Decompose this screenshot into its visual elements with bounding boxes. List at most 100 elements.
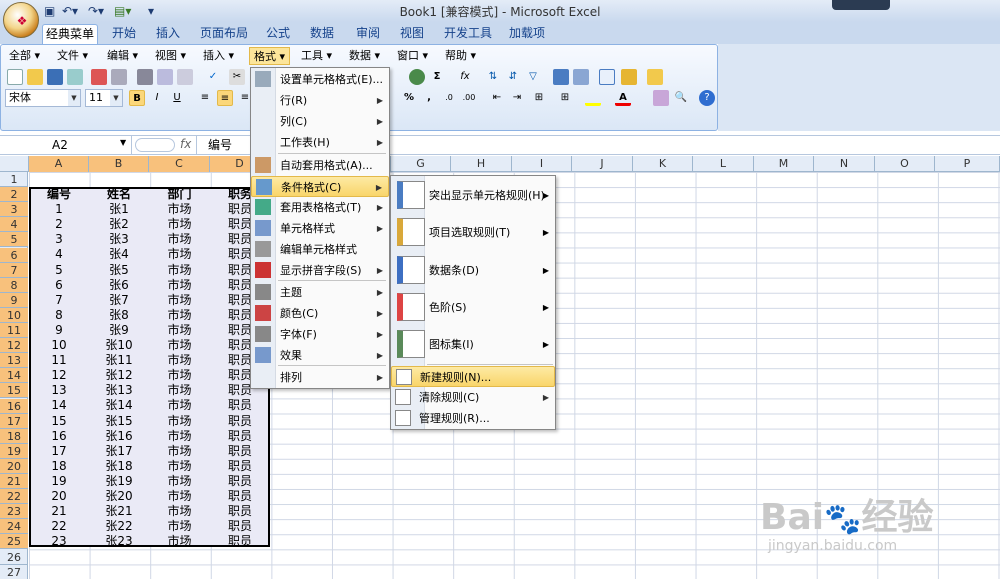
table-cell[interactable]: 职员 xyxy=(210,474,270,489)
row-header[interactable]: 21 xyxy=(0,474,28,489)
format-menu-item[interactable]: 设置单元格格式(E)... xyxy=(251,69,389,90)
row-header[interactable]: 27 xyxy=(0,565,28,579)
table-cell[interactable]: 张7 xyxy=(89,293,149,308)
format-menu-item[interactable]: 主题 ▶ xyxy=(251,282,389,303)
table-cell[interactable]: 22 xyxy=(29,519,89,534)
table-cell[interactable]: 市场 xyxy=(149,429,210,444)
table-cell[interactable]: 市场 xyxy=(149,232,210,247)
table-cell[interactable]: 张20 xyxy=(89,489,149,504)
table-cell[interactable]: 9 xyxy=(29,323,89,338)
table-cell[interactable]: 职员 xyxy=(210,534,270,549)
table-cell[interactable]: 张22 xyxy=(89,519,149,534)
hyperlink-icon[interactable] xyxy=(409,69,425,85)
row-header[interactable]: 7 xyxy=(0,262,28,278)
undo-icon[interactable]: ↶▾ xyxy=(62,3,78,19)
font-name-combo[interactable]: 宋体 ▼ xyxy=(5,89,81,107)
cond-menu-item[interactable]: 图标集(I) ▶ xyxy=(391,326,555,363)
row-header[interactable]: 14 xyxy=(0,368,28,384)
row-header[interactable]: 8 xyxy=(0,277,28,293)
menu-file[interactable]: 文件 ▾ xyxy=(57,47,88,65)
comma-button[interactable]: , xyxy=(421,90,437,106)
table-cell[interactable]: 张14 xyxy=(89,398,149,413)
cond-menu-item[interactable]: 色阶(S) ▶ xyxy=(391,289,555,326)
table-cell[interactable]: 市场 xyxy=(149,338,210,353)
redo-icon[interactable]: ↷▾ xyxy=(88,3,104,19)
tab-page-layout[interactable]: 页面布局 xyxy=(196,24,252,44)
cond-menu-item[interactable]: 数据条(D) ▶ xyxy=(391,252,555,289)
indent-increase-icon[interactable]: ⇥ xyxy=(509,90,525,106)
table-cell[interactable]: 7 xyxy=(29,293,89,308)
row-header[interactable]: 3 xyxy=(0,202,28,218)
format-menu-item[interactable]: 列(C) ▶ xyxy=(251,111,389,132)
chart-icon[interactable] xyxy=(553,69,569,85)
percent-button[interactable]: % xyxy=(401,90,417,106)
row-header[interactable]: 24 xyxy=(0,519,28,535)
menu-all[interactable]: 全部 ▾ xyxy=(9,47,40,65)
table-cell[interactable]: 10 xyxy=(29,338,89,353)
table-cell[interactable]: 12 xyxy=(29,368,89,383)
table-cell[interactable]: 市场 xyxy=(149,534,210,549)
row-header[interactable]: 16 xyxy=(0,398,28,414)
table-cell[interactable]: 市场 xyxy=(149,444,210,459)
office-button[interactable]: ❖ xyxy=(3,2,39,38)
insert-function-icon[interactable]: fx xyxy=(457,69,473,85)
select-all-corner[interactable] xyxy=(0,156,29,172)
table-cell[interactable]: 张17 xyxy=(89,444,149,459)
drawing-icon[interactable] xyxy=(573,69,589,85)
styles-icon[interactable] xyxy=(653,90,669,106)
tab-review[interactable]: 审阅 xyxy=(350,24,386,44)
cond-rule-item[interactable]: 管理规则(R)... xyxy=(391,408,555,429)
tab-developer[interactable]: 开发工具 xyxy=(440,24,496,44)
table-cell[interactable]: 市场 xyxy=(149,474,210,489)
table-cell[interactable]: 张18 xyxy=(89,459,149,474)
table-cell[interactable]: 市场 xyxy=(149,489,210,504)
find-icon[interactable]: 🔍 xyxy=(673,90,689,106)
format-menu-item[interactable]: 自动套用格式(A)... xyxy=(251,155,389,176)
tab-classic-menu[interactable]: 经典菜单 xyxy=(42,24,98,44)
menu-data[interactable]: 数据 ▾ xyxy=(349,47,380,65)
align-center-icon[interactable]: ≡ xyxy=(217,90,233,106)
column-header-n[interactable]: N xyxy=(814,156,875,172)
align-left-icon[interactable]: ≡ xyxy=(197,90,213,106)
column-header-i[interactable]: I xyxy=(512,156,572,172)
tab-home[interactable]: 开始 xyxy=(106,24,142,44)
font-size-combo[interactable]: 11 ▼ xyxy=(85,89,123,107)
formula-buttons[interactable] xyxy=(135,138,175,152)
format-menu-item[interactable]: 排列 ▶ xyxy=(251,367,389,388)
table-cell[interactable]: 3 xyxy=(29,232,89,247)
italic-button[interactable]: I xyxy=(149,90,165,106)
tab-insert[interactable]: 插入 xyxy=(150,24,186,44)
table-cell[interactable]: 市场 xyxy=(149,353,210,368)
menu-insert[interactable]: 插入 ▾ xyxy=(203,47,234,65)
column-header-m[interactable]: M xyxy=(754,156,814,172)
row-header[interactable]: 18 xyxy=(0,428,28,444)
format-menu-item[interactable]: 行(R) ▶ xyxy=(251,90,389,111)
format-menu-item[interactable]: 工作表(H) ▶ xyxy=(251,132,389,153)
table-cell[interactable]: 6 xyxy=(29,278,89,293)
indent-decrease-icon[interactable]: ⇤ xyxy=(489,90,505,106)
merge-icon[interactable]: ⊞ xyxy=(531,90,547,106)
row-header[interactable]: 15 xyxy=(0,383,28,399)
table-header-cell[interactable]: 编号 xyxy=(29,187,89,202)
tab-addins[interactable]: 加载项 xyxy=(504,24,550,44)
folder-icon[interactable] xyxy=(647,69,663,85)
table-cell[interactable]: 市场 xyxy=(149,414,210,429)
menu-format[interactable]: 格式 ▾ xyxy=(249,47,291,65)
table-cell[interactable]: 张21 xyxy=(89,504,149,519)
table-icon[interactable] xyxy=(599,69,615,85)
row-header[interactable]: 11 xyxy=(0,323,28,338)
table-cell[interactable]: 张23 xyxy=(89,534,149,549)
tab-formulas[interactable]: 公式 xyxy=(260,24,296,44)
decrease-decimal-icon[interactable]: .00 xyxy=(461,90,477,106)
row-header[interactable]: 20 xyxy=(0,458,28,474)
cond-rule-item[interactable]: 新建规则(N)... xyxy=(391,366,555,387)
row-header[interactable]: 12 xyxy=(0,338,28,354)
row-header[interactable]: 1 xyxy=(0,172,28,187)
row-header[interactable]: 6 xyxy=(0,247,28,263)
table-cell[interactable]: 市场 xyxy=(149,383,210,398)
row-header[interactable]: 22 xyxy=(0,489,28,505)
print-icon[interactable] xyxy=(137,69,153,85)
table-cell[interactable]: 4 xyxy=(29,247,89,262)
table-cell[interactable]: 1 xyxy=(29,202,89,217)
table-cell[interactable]: 市场 xyxy=(149,323,210,338)
